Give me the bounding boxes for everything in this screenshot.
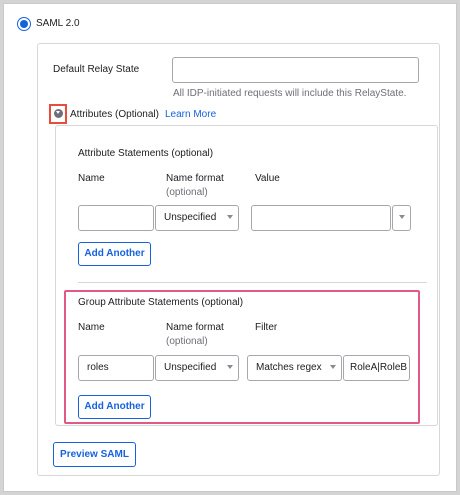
group-statements-title: Group Attribute Statements (optional) bbox=[78, 297, 244, 308]
group-filter-type-value: Matches regex bbox=[256, 362, 322, 373]
preview-saml-button[interactable]: Preview SAML bbox=[53, 442, 136, 467]
group-add-another-button[interactable]: Add Another bbox=[78, 395, 151, 419]
attr-format-value: Unspecified bbox=[164, 212, 217, 223]
group-filter-value-input[interactable]: RoleA|RoleB bbox=[343, 355, 410, 381]
attr-add-another-button[interactable]: Add Another bbox=[78, 242, 151, 266]
relay-state-help: All IDP-initiated requests will include … bbox=[173, 88, 407, 99]
attr-name-input[interactable] bbox=[78, 205, 154, 231]
group-col-name: Name bbox=[78, 322, 105, 333]
attribute-statements-title: Attribute Statements (optional) bbox=[78, 148, 214, 159]
relay-state-label: Default Relay State bbox=[53, 64, 140, 75]
caret-down-icon bbox=[330, 365, 336, 369]
group-name-input[interactable]: roles bbox=[78, 355, 154, 381]
group-col-format: Name format bbox=[166, 322, 224, 333]
attr-col-format-sub: (optional) bbox=[166, 187, 208, 198]
attr-value-input[interactable] bbox=[251, 205, 391, 231]
saml-radio[interactable] bbox=[20, 20, 28, 28]
attributes-toggle-label[interactable]: Attributes (Optional) bbox=[70, 109, 159, 120]
attr-col-name: Name bbox=[78, 173, 105, 184]
relay-state-input[interactable] bbox=[172, 57, 419, 83]
attr-col-format: Name format bbox=[166, 173, 224, 184]
saml-label: SAML 2.0 bbox=[36, 18, 80, 29]
attributes-toggle-highlight bbox=[49, 104, 67, 124]
group-col-format-sub: (optional) bbox=[166, 336, 208, 347]
caret-down-icon bbox=[227, 365, 233, 369]
attr-value-dropdown[interactable] bbox=[392, 205, 411, 231]
caret-down-icon bbox=[399, 215, 405, 219]
group-format-value: Unspecified bbox=[164, 362, 217, 373]
section-divider bbox=[78, 282, 427, 283]
learn-more-link[interactable]: Learn More bbox=[165, 109, 216, 120]
group-filter-type-select[interactable]: Matches regex bbox=[247, 355, 342, 381]
group-col-filter: Filter bbox=[255, 322, 278, 333]
attr-format-select[interactable]: Unspecified bbox=[155, 205, 239, 231]
caret-down-icon bbox=[227, 215, 233, 219]
attr-col-value: Value bbox=[255, 173, 280, 184]
group-format-select[interactable]: Unspecified bbox=[155, 355, 239, 381]
